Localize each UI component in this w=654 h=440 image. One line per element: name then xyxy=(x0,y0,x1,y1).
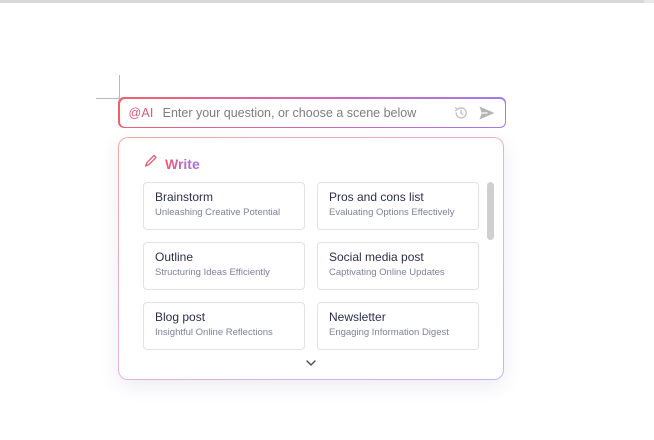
scene-panel: Write Brainstorm Unleashing Creative Pot… xyxy=(118,137,504,380)
window-top-border xyxy=(0,0,654,3)
window-top-border-end xyxy=(644,0,654,3)
chevron-down-icon[interactable] xyxy=(304,358,318,368)
scene-card-social-media-post[interactable]: Social media post Captivating Online Upd… xyxy=(317,242,479,290)
send-icon[interactable] xyxy=(477,103,497,123)
scene-card-title: Outline xyxy=(155,250,194,264)
text-cursor-horizontal xyxy=(96,98,120,99)
pen-icon xyxy=(143,153,159,174)
scene-card-subtitle: Structuring Ideas Efficiently xyxy=(155,267,270,278)
scene-card-title: Newsletter xyxy=(329,310,386,324)
scene-card-newsletter[interactable]: Newsletter Engaging Information Digest xyxy=(317,302,479,350)
ai-mention-prefix: @AI xyxy=(128,105,154,120)
ai-prompt-bar: @AI xyxy=(118,97,506,128)
scenes-scrollbar[interactable] xyxy=(487,182,494,240)
scene-card-title: Brainstorm xyxy=(155,190,214,204)
history-icon[interactable] xyxy=(451,103,471,123)
scene-card-subtitle: Insightful Online Reflections xyxy=(155,327,273,338)
scene-card-title: Blog post xyxy=(155,310,206,324)
ai-question-input[interactable] xyxy=(162,102,445,123)
text-cursor-vertical xyxy=(119,75,120,99)
write-section-title: Write xyxy=(165,155,200,172)
scene-card-title: Pros and cons list xyxy=(329,190,424,204)
ai-prompt-bar-inner: @AI xyxy=(119,98,505,127)
scene-panel-body: Write Brainstorm Unleashing Creative Pot… xyxy=(119,138,503,379)
scene-card-subtitle: Unleashing Creative Potential xyxy=(155,207,281,218)
scene-card-subtitle: Evaluating Options Effectively xyxy=(329,207,455,218)
scene-card-brainstorm[interactable]: Brainstorm Unleashing Creative Potential xyxy=(143,182,305,230)
scene-card-blog-post[interactable]: Blog post Insightful Online Reflections xyxy=(143,302,305,350)
scene-card-pros-and-cons[interactable]: Pros and cons list Evaluating Options Ef… xyxy=(317,182,479,230)
write-section-header: Write xyxy=(143,153,200,174)
scene-card-subtitle: Engaging Information Digest xyxy=(329,327,449,338)
scene-card-title: Social media post xyxy=(329,250,424,264)
scene-card-subtitle: Captivating Online Updates xyxy=(329,267,445,278)
scene-card-outline[interactable]: Outline Structuring Ideas Efficiently xyxy=(143,242,305,290)
